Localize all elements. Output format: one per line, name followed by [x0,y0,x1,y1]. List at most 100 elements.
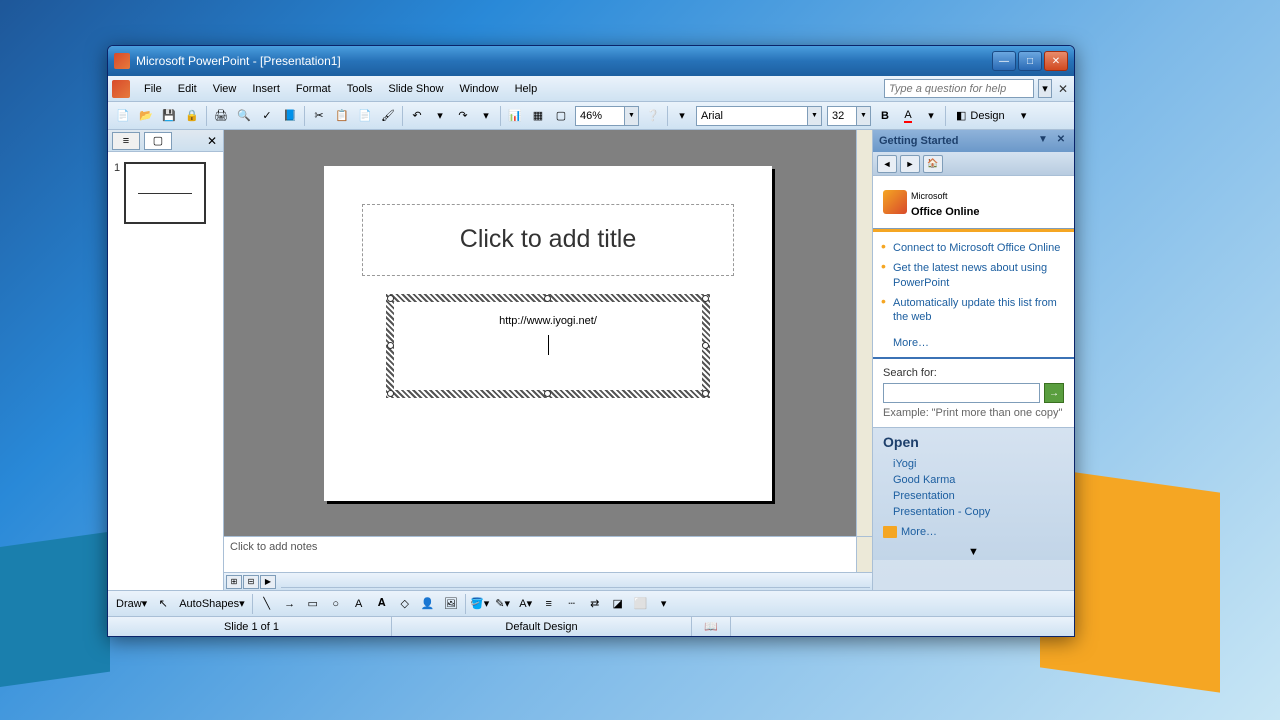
search-input[interactable] [883,383,1040,403]
menu-help[interactable]: Help [507,80,546,98]
outline-close-button[interactable]: ✕ [205,134,219,148]
fill-color-icon[interactable]: 🪣▾ [469,593,491,615]
menu-view[interactable]: View [205,80,245,98]
line-icon[interactable]: ╲ [256,593,278,615]
open-item[interactable]: Good Karma [893,472,1064,488]
font-combo[interactable]: ▼ [696,106,822,126]
draw-menu[interactable]: Draw ▾ [112,595,151,612]
subtitle-placeholder[interactable]: http://www.iyogi.net/ [386,294,710,398]
resize-handle-br[interactable] [702,390,709,397]
wordart-icon[interactable]: 𝐀 [371,593,393,615]
resize-handle-bc[interactable] [544,390,551,397]
oval-icon[interactable]: ○ [325,593,347,615]
taskpane-dropdown[interactable]: ▼ [1036,134,1050,148]
zoom-combo[interactable]: ▼ [575,106,639,126]
arrow-style-icon[interactable]: ⇄ [584,593,606,615]
document-icon[interactable] [112,80,130,98]
font-size-combo[interactable]: ▼ [827,106,871,126]
zoom-input[interactable] [576,107,624,125]
menu-tools[interactable]: Tools [339,80,381,98]
format-painter-icon[interactable]: 🖌 [377,105,399,127]
link-news[interactable]: Get the latest news about using PowerPoi… [881,258,1066,293]
textbox-icon[interactable]: A [348,593,370,615]
menu-format[interactable]: Format [288,80,339,98]
title-placeholder[interactable]: Click to add title [362,204,734,276]
maximize-button[interactable]: □ [1018,51,1042,71]
drawbar-options[interactable]: ▾ [653,593,675,615]
menu-file[interactable]: File [136,80,170,98]
slide-thumbnail[interactable]: 1 [114,162,217,224]
link-connect[interactable]: Connect to Microsoft Office Online [881,238,1066,258]
slide-canvas[interactable]: Click to add title http://www.iyogi.net/ [324,166,772,501]
print-icon[interactable]: 🖨 [210,105,232,127]
help-icon[interactable]: ❔ [642,105,664,127]
arrow-icon[interactable]: → [279,593,301,615]
sorter-view-icon[interactable]: ⊟ [243,575,259,589]
toolbar-options[interactable]: ▾ [671,105,693,127]
font-color-icon[interactable]: A [897,105,919,127]
tables-borders-icon[interactable]: ▢ [550,105,572,127]
status-spell-icon[interactable]: 📖 [692,617,731,636]
design-button[interactable]: ◧Design [949,106,1012,125]
redo-dropdown[interactable]: ▾ [475,105,497,127]
undo-icon[interactable]: ↶ [406,105,428,127]
resize-handle-tl[interactable] [387,295,394,302]
menu-insert[interactable]: Insert [244,80,288,98]
font-color-dropdown[interactable]: ▾ [920,105,942,127]
taskpane-expand[interactable]: ▼ [873,544,1074,560]
resize-handle-ml[interactable] [387,342,394,349]
menu-window[interactable]: Window [451,80,506,98]
minimize-button[interactable]: — [992,51,1016,71]
rectangle-icon[interactable]: ▭ [302,593,324,615]
notes-pane[interactable]: Click to add notes [224,536,872,572]
spell-icon[interactable]: ✓ [256,105,278,127]
chart-icon[interactable]: 📊 [504,105,526,127]
taskpane-header[interactable]: Getting Started ▼ ✕ [873,130,1074,152]
copy-icon[interactable]: 📋 [331,105,353,127]
open-item[interactable]: Presentation [893,488,1064,504]
horizontal-scrollbar[interactable] [281,576,870,588]
open-item[interactable]: Presentation - Copy [893,504,1064,520]
select-icon[interactable]: ↖ [152,593,174,615]
titlebar[interactable]: Microsoft PowerPoint - [Presentation1] —… [108,46,1074,76]
thumbnail-image[interactable] [124,162,206,224]
table-icon[interactable]: ▦ [527,105,549,127]
link-update[interactable]: Automatically update this list from the … [881,293,1066,328]
close-button[interactable]: ✕ [1044,51,1068,71]
links-more[interactable]: More… [873,333,1074,357]
open-more[interactable]: More… [873,524,1074,544]
resize-handle-tr[interactable] [702,295,709,302]
font-input[interactable] [697,107,807,125]
outline-tab[interactable]: ≡ [112,132,140,150]
undo-dropdown[interactable]: ▾ [429,105,451,127]
save-icon[interactable]: 💾 [158,105,180,127]
notes-scrollbar[interactable] [856,537,872,572]
taskpane-close[interactable]: ✕ [1054,134,1068,148]
new-icon[interactable]: 📄 [112,105,134,127]
doc-close-button[interactable]: ✕ [1056,82,1070,96]
search-go-button[interactable]: → [1044,383,1064,403]
bold-icon[interactable]: B [874,105,896,127]
open-item[interactable]: iYogi [893,456,1064,472]
home-icon[interactable]: 🏠 [923,155,943,173]
help-dropdown[interactable]: ▾ [1038,79,1052,98]
dash-style-icon[interactable]: ┄ [561,593,583,615]
slideshow-view-icon[interactable]: ▶ [260,575,276,589]
permission-icon[interactable]: 🔒 [181,105,203,127]
slides-tab[interactable]: ▢ [144,132,172,150]
font-size-input[interactable] [828,107,856,125]
3d-icon[interactable]: ⬜ [630,593,652,615]
help-search-input[interactable] [884,79,1034,98]
normal-view-icon[interactable]: ⊞ [226,575,242,589]
preview-icon[interactable]: 🔍 [233,105,255,127]
line-color-icon[interactable]: ✎▾ [492,593,514,615]
resize-handle-bl[interactable] [387,390,394,397]
paste-icon[interactable]: 📄 [354,105,376,127]
diagram-icon[interactable]: ◇ [394,593,416,615]
back-icon[interactable]: ◄ [877,155,897,173]
autoshapes-menu[interactable]: AutoShapes ▾ [175,595,248,612]
picture-icon[interactable]: 🖼 [440,593,462,615]
resize-handle-tc[interactable] [544,295,551,302]
menu-slideshow[interactable]: Slide Show [380,80,451,98]
line-style-icon[interactable]: ≡ [538,593,560,615]
